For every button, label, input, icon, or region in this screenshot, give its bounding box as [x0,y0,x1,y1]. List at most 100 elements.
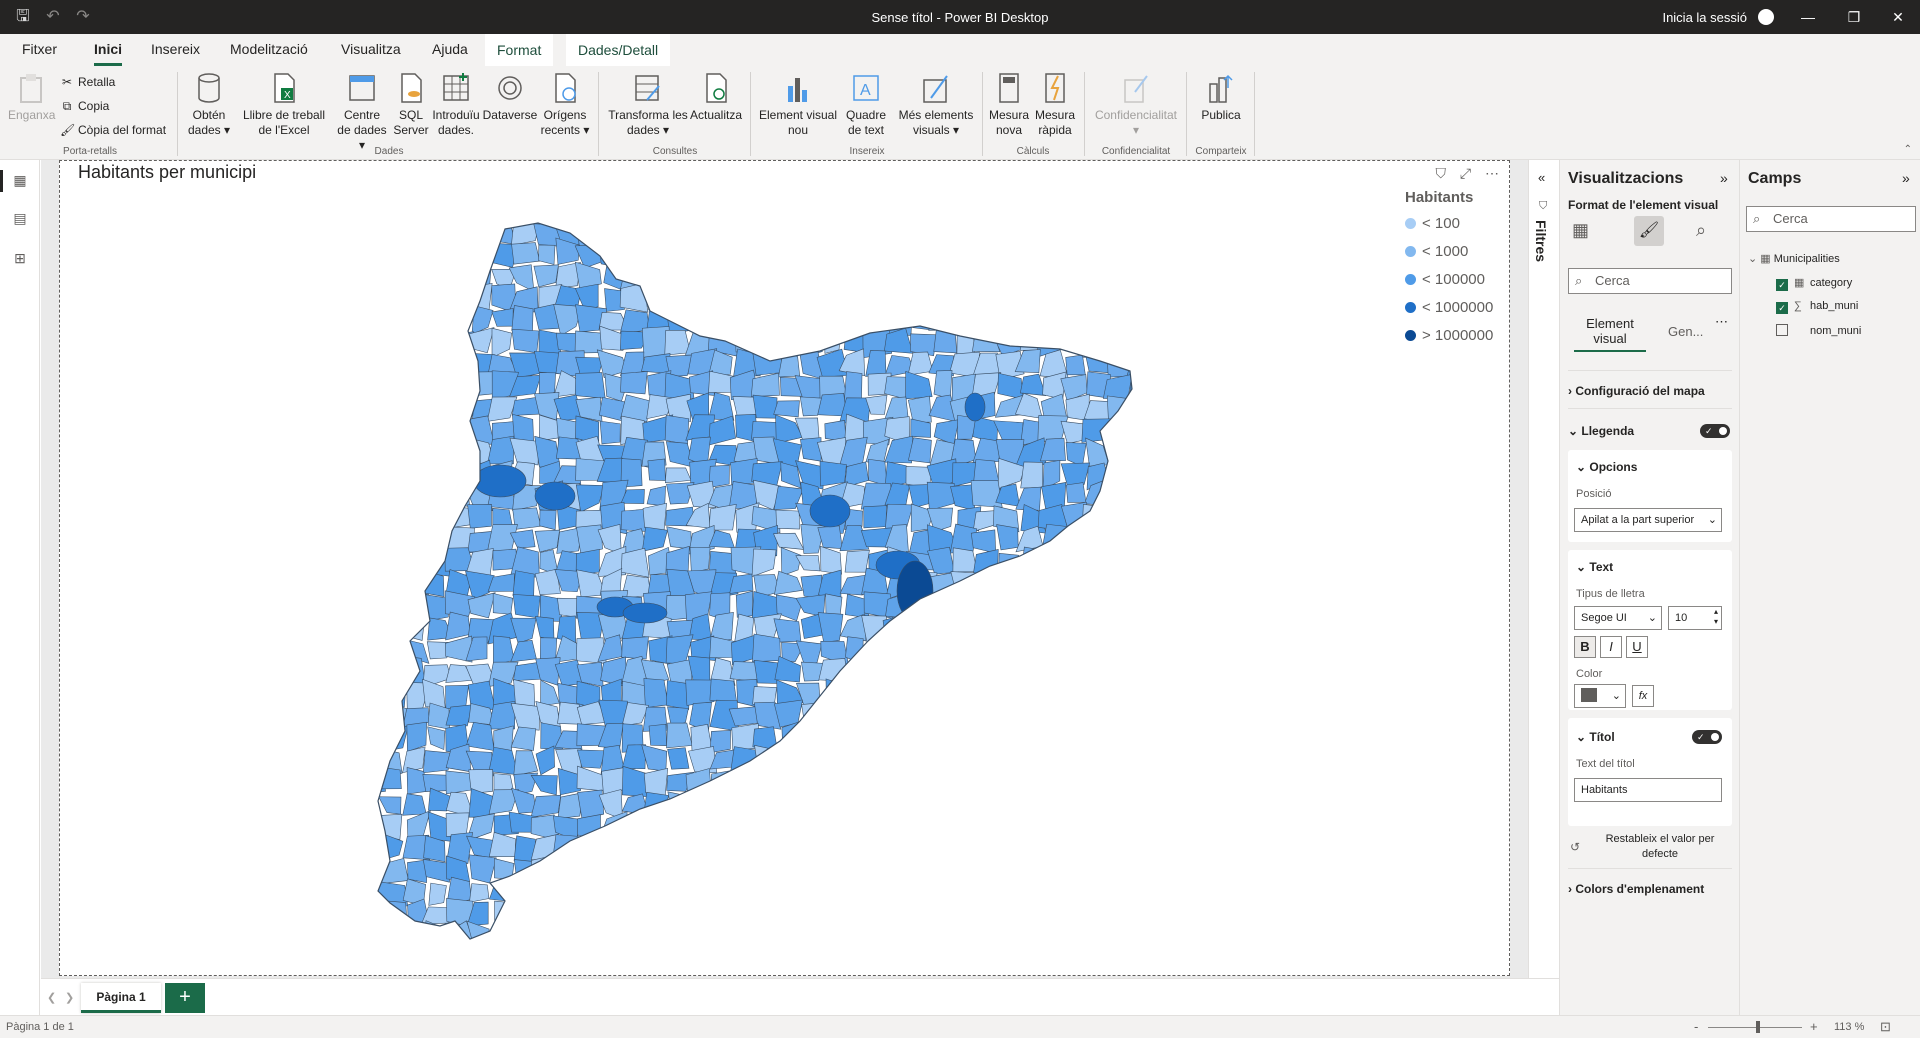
municipality-shape[interactable] [443,240,471,270]
municipality-shape[interactable] [355,237,384,264]
municipality-shape[interactable] [904,285,936,315]
municipality-shape[interactable] [998,553,1019,574]
municipality-shape[interactable] [843,284,869,308]
municipality-shape[interactable] [795,898,824,929]
municipality-shape[interactable] [973,766,1004,798]
municipality-shape[interactable] [752,283,783,314]
municipality-shape[interactable] [622,881,647,907]
municipality-shape[interactable] [993,685,1025,707]
municipality-shape[interactable] [772,305,802,336]
municipality-shape[interactable] [887,947,912,966]
municipality-shape[interactable] [772,898,797,928]
zoom-out-icon[interactable]: - [1694,1019,1698,1034]
municipality-shape[interactable] [1082,595,1111,614]
municipality-shape[interactable] [996,836,1022,864]
close-icon[interactable]: ✕ [1878,6,1918,28]
municipality-shape[interactable] [356,550,380,573]
municipality-shape[interactable] [949,306,981,336]
municipality-shape[interactable] [845,259,871,286]
municipality-shape[interactable] [732,263,760,292]
municipality-shape[interactable] [845,636,864,665]
municipality-shape[interactable] [1109,925,1133,950]
municipality-shape[interactable] [927,704,959,724]
municipality-shape[interactable] [667,876,690,908]
municipality-shape[interactable] [379,460,408,487]
municipality-shape[interactable] [664,217,694,240]
municipality-shape[interactable] [689,788,716,820]
analytics-icon[interactable]: ⌕ [1696,220,1706,241]
municipality-shape[interactable] [357,635,386,667]
municipality-shape[interactable] [821,217,847,245]
expand-filters-icon[interactable]: « [1538,170,1545,185]
municipality-shape[interactable] [866,942,892,973]
municipality-shape[interactable] [753,898,783,928]
municipality-shape[interactable] [735,590,754,618]
municipality-shape[interactable] [781,721,803,754]
municipality-shape[interactable] [774,655,801,683]
municipality-shape[interactable] [400,481,425,509]
municipality-shape[interactable] [845,678,871,711]
collapse-visualizations-icon[interactable]: » [1720,170,1728,186]
municipality-shape[interactable] [1015,838,1047,860]
municipality-shape[interactable] [1129,663,1154,683]
municipality-shape[interactable] [909,749,935,774]
tab-view[interactable]: Visualitza [341,41,401,66]
municipality-shape[interactable] [358,656,388,683]
municipality-shape[interactable] [645,221,665,242]
municipality-shape[interactable] [796,767,823,793]
minimize-icon[interactable]: — [1788,6,1828,28]
municipality-shape[interactable] [970,529,997,554]
municipality-shape[interactable] [380,663,406,682]
municipality-shape[interactable] [799,260,825,289]
municipality-shape[interactable] [1059,877,1089,906]
municipality-shape[interactable] [380,568,409,601]
municipality-shape[interactable] [1058,834,1089,863]
municipality-shape[interactable] [1082,683,1112,708]
municipality-shape[interactable] [1065,482,1087,503]
tab-file[interactable]: Fitxer [22,41,57,66]
municipality-shape[interactable] [445,611,471,641]
municipality-shape[interactable] [905,881,936,906]
municipality-shape[interactable] [1107,614,1135,643]
municipality-shape[interactable] [928,306,958,331]
municipality-shape[interactable] [1131,904,1156,928]
previous-page-icon[interactable]: ❮ [47,991,56,1004]
municipality-shape[interactable] [356,218,382,248]
municipality-shape[interactable] [1014,307,1046,330]
municipality-shape[interactable] [358,794,377,819]
municipality-shape[interactable] [933,370,953,400]
municipality-shape[interactable] [1082,833,1111,865]
municipality-shape[interactable] [912,853,937,883]
municipality-shape[interactable] [861,700,891,731]
municipality-shape[interactable] [796,948,822,973]
sensitivity-button[interactable]: Confidencialitat ▾ [1090,72,1182,138]
municipality-shape[interactable] [885,769,915,797]
municipality-shape[interactable] [359,836,385,863]
municipality-shape[interactable] [356,263,386,290]
municipality-shape[interactable] [1064,262,1090,291]
municipality-shape[interactable] [1083,854,1112,879]
municipality-shape[interactable] [885,641,915,665]
model-view-icon[interactable]: ⊞ [10,250,30,268]
municipality-shape[interactable] [1081,744,1110,772]
municipality-shape[interactable] [710,816,738,842]
municipality-shape[interactable] [1021,677,1048,708]
municipality-shape[interactable] [380,483,409,511]
municipality-shape[interactable] [1084,949,1112,973]
municipality-shape[interactable] [821,811,844,840]
municipality-shape[interactable] [601,855,630,882]
municipality-shape[interactable] [1058,792,1092,814]
municipality-shape[interactable] [772,810,803,842]
municipality-shape[interactable] [818,658,849,682]
copy-button[interactable]: ⧉ Copia [60,99,110,114]
municipality-shape[interactable] [816,858,844,885]
municipality-shape[interactable] [992,921,1026,947]
municipality-shape[interactable] [641,526,668,552]
municipality-shape[interactable] [357,571,384,601]
municipality-shape[interactable] [425,288,449,312]
municipality-shape[interactable] [667,747,690,770]
municipality-shape[interactable] [973,724,1003,745]
tab-home[interactable]: Inici [94,41,123,66]
municipality-shape[interactable] [599,420,621,445]
municipality-shape[interactable] [974,902,997,929]
